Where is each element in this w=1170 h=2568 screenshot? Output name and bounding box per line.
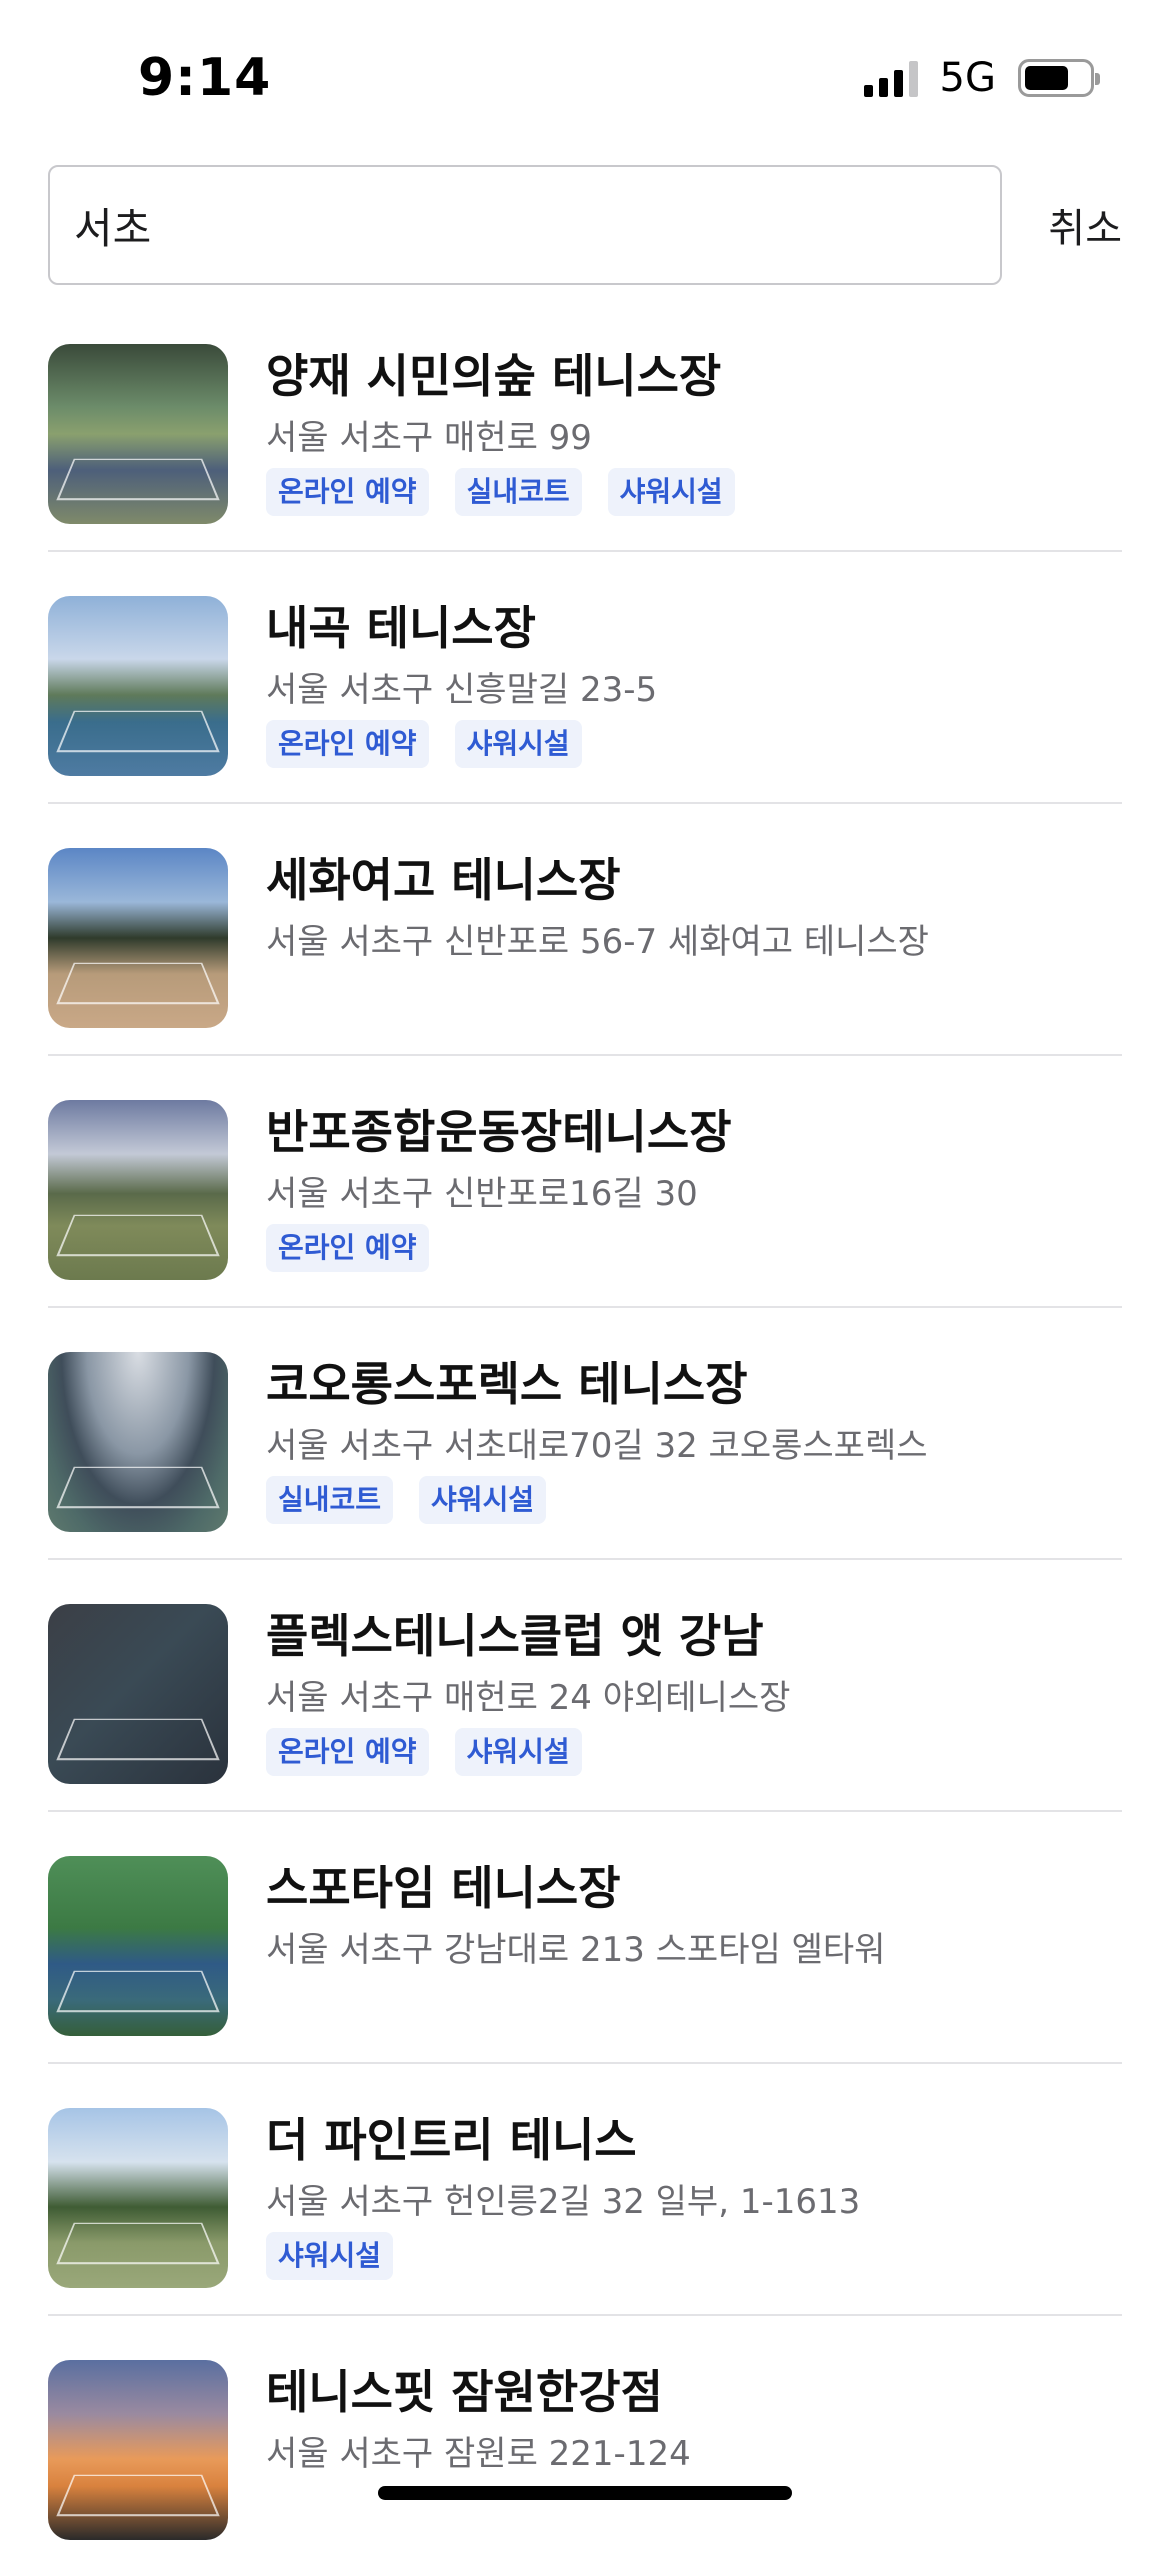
result-address: 서울 서초구 신반포로16길 30 xyxy=(266,1174,698,1214)
result-info: 세화여고 테니스장서울 서초구 신반포로 56-7 세화여고 테니스장 xyxy=(266,848,929,964)
result-address: 서울 서초구 잠원로 221-124 xyxy=(266,2434,691,2474)
cellular-signal-icon xyxy=(863,59,918,97)
result-tags: 온라인 예약 샤워시설 xyxy=(266,720,657,768)
result-item[interactable]: 내곡 테니스장서울 서초구 신흥말길 23-5 온라인 예약 샤워시설 xyxy=(48,552,1122,804)
feature-tag: 샤워시설 xyxy=(454,720,582,768)
result-title: 더 파인트리 테니스 xyxy=(266,2113,637,2167)
search-input[interactable] xyxy=(48,165,1002,285)
court-thumbnail xyxy=(48,1856,228,2036)
court-thumbnail xyxy=(48,1604,228,1784)
court-thumbnail xyxy=(48,1100,228,1280)
result-tags: 실내코트 샤워시설 xyxy=(266,1476,928,1524)
court-thumbnail xyxy=(48,344,228,524)
feature-tag: 샤워시설 xyxy=(454,1728,582,1776)
result-address: 서울 서초구 헌인릉2길 32 일부, 1-1613 xyxy=(266,2182,861,2222)
result-title: 내곡 테니스장 xyxy=(266,601,536,655)
feature-tag: 실내코트 xyxy=(266,1476,394,1524)
feature-tag: 온라인 예약 xyxy=(266,1224,429,1272)
result-info: 내곡 테니스장서울 서초구 신흥말길 23-5 온라인 예약 샤워시설 xyxy=(266,596,657,768)
result-address: 서울 서초구 강남대로 213 스포타임 엘타워 xyxy=(266,1930,886,1970)
result-title: 반포종합운동장테니스장 xyxy=(266,1105,732,1159)
result-info: 반포종합운동장테니스장서울 서초구 신반포로16길 30 온라인 예약 xyxy=(266,1100,732,1272)
result-item[interactable]: 양재 시민의숲 테니스장서울 서초구 매헌로 99 온라인 예약 실내코트 샤워시설 xyxy=(48,300,1122,552)
result-info: 테니스핏 잠원한강점서울 서초구 잠원로 221-124 xyxy=(266,2360,691,2476)
result-tags: 온라인 예약 실내코트 샤워시설 xyxy=(266,468,735,516)
result-title: 세화여고 테니스장 xyxy=(266,853,621,907)
feature-tag: 온라인 예약 xyxy=(266,468,429,516)
cancel-button[interactable]: 취소 xyxy=(1048,196,1122,254)
feature-tag: 온라인 예약 xyxy=(266,720,429,768)
result-item[interactable]: 코오롱스포렉스 테니스장서울 서초구 서초대로70길 32 코오롱스포렉스실내코… xyxy=(48,1308,1122,1560)
result-item[interactable]: 더 파인트리 테니스서울 서초구 헌인릉2길 32 일부, 1-1613 샤워시설 xyxy=(48,2064,1122,2316)
result-address: 서울 서초구 신흥말길 23-5 xyxy=(266,670,658,710)
home-indicator xyxy=(378,2486,792,2500)
result-title: 코오롱스포렉스 테니스장 xyxy=(266,1357,748,1411)
result-item[interactable]: 플렉스테니스클럽 앳 강남서울 서초구 매헌로 24 야외테니스장온라인 예약 샤… xyxy=(48,1560,1122,1812)
result-title: 테니스핏 잠원한강점 xyxy=(266,2365,663,2419)
result-list: 양재 시민의숲 테니스장 서울 서초구 매헌로 99 온라인 예약 실내코트 샤워시설 내… xyxy=(48,300,1122,2568)
result-item[interactable]: 세화여고 테니스장서울 서초구 신반포로 56-7 세화여고 테니스장 xyxy=(48,804,1122,1056)
feature-tag: 샤워시설 xyxy=(419,1476,547,1524)
battery-icon xyxy=(1018,59,1100,97)
court-thumbnail xyxy=(48,848,228,1028)
court-thumbnail xyxy=(48,1352,228,1532)
result-address: 서울 서초구 서초대로70길 32 코오롱스포렉스 xyxy=(266,1426,928,1466)
search-bar: 취소 xyxy=(48,165,1122,285)
status-bar: 9:14 5G xyxy=(0,0,1170,150)
feature-tag: 샤워시설 xyxy=(607,468,735,516)
result-title: 양재 시민의숲 테니스장 xyxy=(266,349,722,403)
result-title: 플렉스테니스클럽 앳 강남 xyxy=(266,1609,764,1663)
status-time: 9:14 xyxy=(138,48,272,108)
result-info: 더 파인트리 테니스서울 서초구 헌인릉2길 32 일부, 1-1613 샤워시설 xyxy=(266,2108,860,2280)
result-item[interactable]: 반포종합운동장테니스장서울 서초구 신반포로16길 30 온라인 예약 xyxy=(48,1056,1122,1308)
result-tags: 샤워시설 xyxy=(266,2232,860,2280)
feature-tag: 온라인 예약 xyxy=(266,1728,429,1776)
network-type: 5G xyxy=(939,55,996,101)
result-address: 서울 서초구 매헌로 24 야외테니스장 xyxy=(266,1678,791,1718)
court-thumbnail xyxy=(48,2360,228,2540)
result-item[interactable]: 스포타임 테니스장서울 서초구 강남대로 213 스포타임 엘타워 xyxy=(48,1812,1122,2064)
result-info: 양재 시민의숲 테니스장서울 서초구 매헌로 99 온라인 예약 실내코트 샤워시설 xyxy=(266,344,735,516)
status-indicators: 5G xyxy=(863,55,1100,101)
court-thumbnail xyxy=(48,596,228,776)
feature-tag: 실내코트 xyxy=(454,468,582,516)
result-item[interactable]: 테니스핏 잠원한강점서울 서초구 잠원로 221-124 xyxy=(48,2316,1122,2568)
result-tags: 온라인 예약 샤워시설 xyxy=(266,1728,790,1776)
court-thumbnail xyxy=(48,2108,228,2288)
result-address: 서울 서초구 신반포로 56-7 세화여고 테니스장 xyxy=(266,922,929,962)
result-info: 플렉스테니스클럽 앳 강남서울 서초구 매헌로 24 야외테니스장온라인 예약 샤… xyxy=(266,1604,790,1776)
result-title: 스포타임 테니스장 xyxy=(266,1861,621,1915)
result-address: 서울 서초구 매헌로 99 xyxy=(266,418,592,458)
result-info: 스포타임 테니스장서울 서초구 강남대로 213 스포타임 엘타워 xyxy=(266,1856,885,1972)
result-info: 코오롱스포렉스 테니스장서울 서초구 서초대로70길 32 코오롱스포렉스실내코… xyxy=(266,1352,928,1524)
feature-tag: 샤워시설 xyxy=(266,2232,394,2280)
result-tags: 온라인 예약 xyxy=(266,1224,732,1272)
